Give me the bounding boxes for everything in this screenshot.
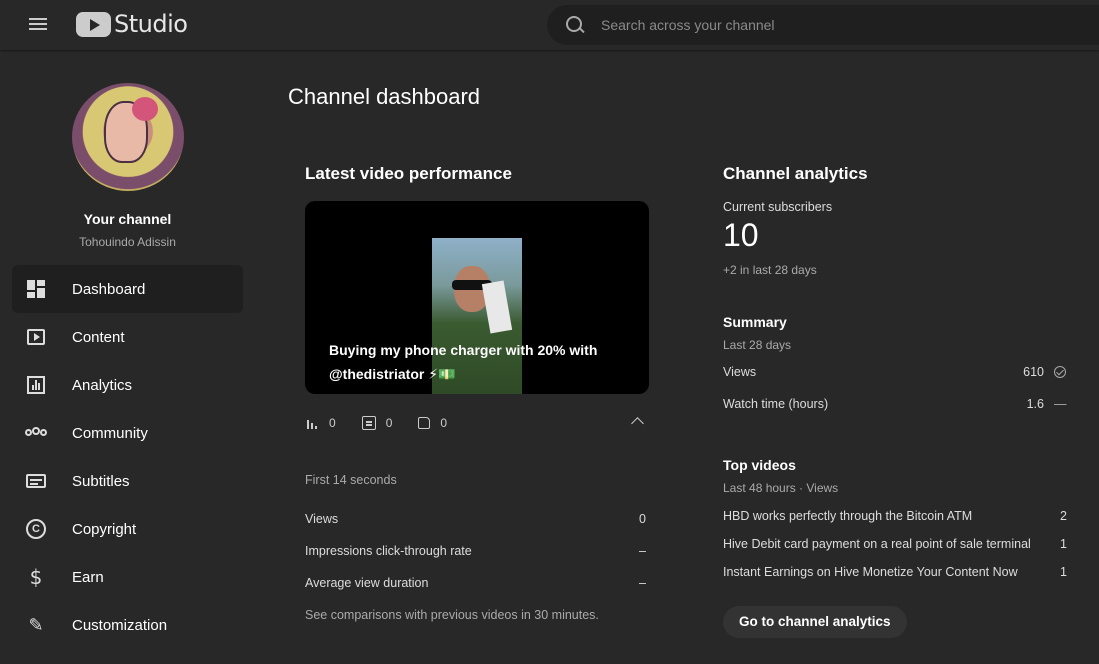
top-video-row[interactable]: Instant Earnings on Hive Monetize Your C… bbox=[723, 565, 1067, 579]
summary-label: Views bbox=[723, 365, 757, 379]
summary-row: Watch time (hours) 1.6 — bbox=[723, 397, 1067, 411]
summary-row: Views 610 bbox=[723, 365, 1066, 379]
customization-icon: ✎ bbox=[28, 614, 44, 635]
metric-label: Average view duration bbox=[305, 576, 429, 590]
top-video-views: 2 bbox=[1060, 509, 1067, 523]
sidebar-item-community[interactable]: Community bbox=[12, 409, 243, 457]
subscribers-label: Current subscribers bbox=[723, 200, 833, 214]
sidebar-item-label: Analytics bbox=[72, 376, 133, 394]
latest-video-title: Latest video performance bbox=[305, 164, 512, 183]
comments-count: 0 bbox=[385, 416, 393, 430]
search-input[interactable] bbox=[601, 17, 1081, 33]
sidebar: Your channel Tohouindo Adissin Dashboard… bbox=[0, 50, 255, 664]
channel-owner-name: Tohouindo Adissin bbox=[79, 235, 176, 249]
sidebar-item-label: Copyright bbox=[72, 520, 137, 538]
subscribers-count: 10 bbox=[723, 217, 759, 253]
summary-value: 1.6 bbox=[1026, 397, 1044, 411]
video-title[interactable]: Buying my phone charger with 20% with @t… bbox=[329, 338, 619, 386]
sidebar-item-label: Subtitles bbox=[72, 472, 130, 490]
search-bar bbox=[547, 5, 1099, 45]
sidebar-item-analytics[interactable]: Analytics bbox=[12, 361, 243, 409]
top-video-views: 1 bbox=[1060, 537, 1067, 551]
sidebar-item-label: Community bbox=[72, 424, 148, 442]
search-icon[interactable] bbox=[565, 15, 585, 35]
summary-value: 610 bbox=[1023, 365, 1044, 379]
likes-stat: 0 bbox=[418, 416, 447, 430]
sidebar-item-copyright[interactable]: C Copyright bbox=[12, 505, 243, 553]
metric-row: Impressions click-through rate – bbox=[305, 544, 646, 558]
sidebar-item-earn[interactable]: $ Earn bbox=[12, 553, 243, 601]
metric-value: 0 bbox=[639, 512, 646, 526]
sidebar-item-dashboard[interactable]: Dashboard bbox=[12, 265, 243, 313]
top-video-row[interactable]: Hive Debit card payment on a real point … bbox=[723, 537, 1067, 551]
metric-label: Views bbox=[305, 512, 339, 526]
top-bar: Studio bbox=[0, 0, 1099, 50]
top-video-title[interactable]: Hive Debit card payment on a real point … bbox=[723, 537, 1031, 551]
performance-period: First 14 seconds bbox=[305, 473, 397, 487]
youtube-play-icon bbox=[76, 11, 111, 37]
menu-icon[interactable] bbox=[26, 14, 50, 36]
top-videos-period: Last 48 hours · Views bbox=[723, 481, 839, 495]
thumbs-up-icon bbox=[418, 417, 431, 429]
page-title: Channel dashboard bbox=[288, 84, 481, 109]
top-video-row[interactable]: HBD works perfectly through the Bitcoin … bbox=[723, 509, 1067, 523]
summary-period: Last 28 days bbox=[723, 338, 792, 352]
channel-avatar[interactable] bbox=[72, 83, 184, 191]
sidebar-item-label: Content bbox=[72, 328, 125, 346]
comparison-note: See comparisons with previous videos in … bbox=[305, 608, 599, 622]
top-video-title[interactable]: Instant Earnings on Hive Monetize Your C… bbox=[723, 565, 1018, 579]
summary-title: Summary bbox=[723, 314, 787, 330]
top-videos-title: Top videos bbox=[723, 457, 796, 473]
views-count: 0 bbox=[329, 416, 336, 430]
community-icon bbox=[24, 421, 48, 445]
subtitles-icon bbox=[24, 469, 48, 493]
likes-count: 0 bbox=[440, 416, 448, 430]
sidebar-item-subtitles[interactable]: Subtitles bbox=[12, 457, 243, 505]
top-video-title[interactable]: HBD works perfectly through the Bitcoin … bbox=[723, 509, 972, 523]
video-thumbnail[interactable]: Buying my phone charger with 20% with @t… bbox=[305, 201, 649, 394]
sidebar-item-label: Dashboard bbox=[72, 280, 146, 298]
subscribers-change: +2 in last 28 days bbox=[723, 263, 817, 277]
sidebar-item-customization[interactable]: ✎ Customization bbox=[12, 601, 243, 649]
chevron-up-icon[interactable] bbox=[631, 415, 645, 429]
logo-text: Studio bbox=[114, 10, 188, 38]
channel-analytics-title: Channel analytics bbox=[723, 164, 868, 183]
studio-logo[interactable]: Studio bbox=[76, 10, 188, 38]
dashboard-icon bbox=[24, 277, 48, 301]
comments-stat: 0 bbox=[361, 416, 393, 430]
sidebar-item-label: Earn bbox=[72, 568, 104, 586]
content-icon bbox=[24, 325, 48, 349]
analytics-icon bbox=[24, 373, 48, 397]
your-channel-label: Your channel bbox=[83, 211, 172, 227]
metric-row: Average view duration – bbox=[305, 576, 646, 590]
sidebar-nav: Dashboard Content Analytics Community Su… bbox=[12, 265, 243, 649]
top-video-views: 1 bbox=[1060, 565, 1067, 579]
metric-label: Impressions click-through rate bbox=[305, 544, 472, 558]
sidebar-item-content[interactable]: Content bbox=[12, 313, 243, 361]
copyright-icon: C bbox=[24, 517, 48, 541]
comment-icon bbox=[361, 416, 376, 430]
summary-label: Watch time (hours) bbox=[723, 397, 829, 411]
metric-value: – bbox=[639, 544, 646, 558]
bar-chart-icon bbox=[305, 416, 319, 430]
earn-icon: $ bbox=[29, 565, 43, 589]
sidebar-item-label: Customization bbox=[72, 616, 168, 634]
metric-value: – bbox=[639, 576, 646, 590]
metric-row: Views 0 bbox=[305, 512, 646, 526]
no-change-indicator: — bbox=[1054, 397, 1067, 411]
video-stats: 0 0 0 bbox=[305, 412, 649, 434]
check-circle-icon bbox=[1054, 366, 1066, 378]
views-stat: 0 bbox=[305, 416, 336, 430]
go-to-channel-analytics-button[interactable]: Go to channel analytics bbox=[723, 606, 907, 638]
